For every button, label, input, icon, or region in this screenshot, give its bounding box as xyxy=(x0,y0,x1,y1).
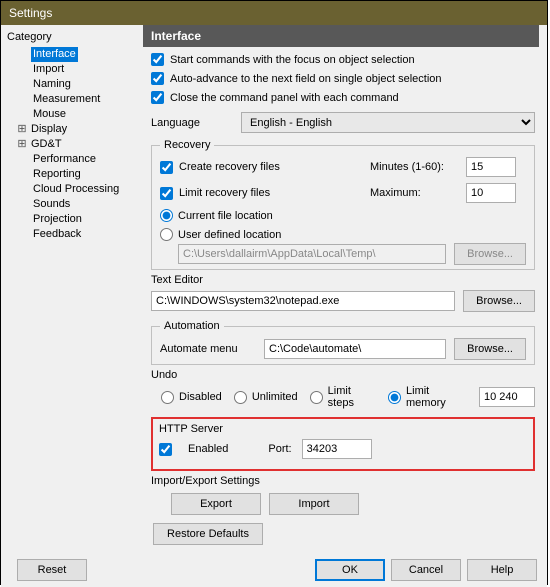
tree-item-label: Measurement xyxy=(31,92,102,107)
texteditor-group: Text Editor Browse... xyxy=(151,274,535,316)
radio-undo-limit-memory-label: Limit memory xyxy=(406,385,467,409)
restore-defaults-button[interactable]: Restore Defaults xyxy=(153,523,263,545)
radio-current-location[interactable] xyxy=(160,209,173,222)
radio-undo-unlimited-label: Unlimited xyxy=(252,391,298,403)
chk-auto-advance-label: Auto-advance to the next field on single… xyxy=(170,73,442,85)
import-button[interactable]: Import xyxy=(269,493,359,515)
texteditor-path-input[interactable] xyxy=(151,291,455,311)
language-select[interactable]: English - English xyxy=(241,112,535,133)
automate-browse-button[interactable]: Browse... xyxy=(454,338,526,360)
texteditor-legend: Text Editor xyxy=(151,274,203,286)
port-input[interactable] xyxy=(302,439,372,459)
recovery-browse-button: Browse... xyxy=(454,243,526,265)
chk-limit-recovery[interactable] xyxy=(160,187,173,200)
panel-content: Start commands with the focus on object … xyxy=(143,53,539,549)
language-label: Language xyxy=(151,117,241,129)
undo-legend: Undo xyxy=(151,369,177,381)
tree-item-label: Display xyxy=(29,122,69,137)
chk-start-commands-label: Start commands with the focus on object … xyxy=(170,54,415,66)
category-label: Category xyxy=(7,31,137,43)
chk-create-recovery-label: Create recovery files xyxy=(179,161,280,173)
tree-item-measurement[interactable]: Measurement xyxy=(7,92,137,107)
ok-button[interactable]: OK xyxy=(315,559,385,581)
texteditor-browse-button[interactable]: Browse... xyxy=(463,290,535,312)
radio-user-location[interactable] xyxy=(160,228,173,241)
tree-item-feedback[interactable]: Feedback xyxy=(7,227,137,242)
tree-item-sounds[interactable]: Sounds xyxy=(7,197,137,212)
automation-legend: Automation xyxy=(160,320,224,332)
tree-item-display[interactable]: ⊞Display xyxy=(7,122,137,137)
tree-item-label: Projection xyxy=(31,212,84,227)
http-server-highlight: HTTP Server Enabled Port: xyxy=(151,417,535,471)
tree-item-label: Reporting xyxy=(31,167,83,182)
tree-item-reporting[interactable]: Reporting xyxy=(7,167,137,182)
category-tree[interactable]: InterfaceImportNamingMeasurementMouse⊞Di… xyxy=(7,47,137,242)
radio-undo-disabled[interactable] xyxy=(161,391,174,404)
radio-undo-limit-memory[interactable] xyxy=(388,391,401,404)
recovery-group: Recovery Create recovery files Minutes (… xyxy=(151,139,535,270)
radio-undo-unlimited[interactable] xyxy=(234,391,247,404)
http-server-legend: HTTP Server xyxy=(159,423,223,435)
chk-close-panel[interactable] xyxy=(151,91,164,104)
radio-undo-limit-steps[interactable] xyxy=(310,391,323,404)
window-body: Category InterfaceImportNamingMeasuremen… xyxy=(1,25,547,587)
expand-icon[interactable]: ⊞ xyxy=(17,137,27,152)
http-server-group: HTTP Server Enabled Port: xyxy=(159,423,527,463)
tree-item-label: Naming xyxy=(31,77,73,92)
automate-menu-label: Automate menu xyxy=(160,343,256,355)
radio-undo-limit-steps-label: Limit steps xyxy=(328,385,376,409)
tree-item-label: Sounds xyxy=(31,197,72,212)
tree-item-label: Feedback xyxy=(31,227,83,242)
settings-window: Settings Category InterfaceImportNamingM… xyxy=(0,0,548,585)
automate-path-input[interactable] xyxy=(264,339,446,359)
tree-item-label: GD&T xyxy=(29,137,64,152)
tree-item-cloud-processing[interactable]: Cloud Processing xyxy=(7,182,137,197)
chk-close-panel-label: Close the command panel with each comman… xyxy=(170,92,399,104)
maximum-label: Maximum: xyxy=(370,187,466,199)
settings-panel: Interface Start commands with the focus … xyxy=(141,25,547,553)
maximum-input[interactable] xyxy=(466,183,516,203)
chk-auto-advance[interactable] xyxy=(151,72,164,85)
import-export-group: Import/Export Settings Export Import xyxy=(151,475,535,519)
dialog-footer: Reset OK Cancel Help xyxy=(1,553,547,587)
tree-item-label: Import xyxy=(31,62,66,77)
minutes-label: Minutes (1-60): xyxy=(370,161,466,173)
chk-start-commands[interactable] xyxy=(151,53,164,66)
tree-item-label: Interface xyxy=(31,47,78,62)
radio-user-location-label: User defined location xyxy=(178,229,281,241)
recovery-legend: Recovery xyxy=(160,139,214,151)
chk-http-enabled[interactable] xyxy=(159,443,172,456)
tree-item-gd-t[interactable]: ⊞GD&T xyxy=(7,137,137,152)
chk-limit-recovery-label: Limit recovery files xyxy=(179,187,270,199)
panel-title: Interface xyxy=(143,25,539,47)
automation-group: Automation Automate menu Browse... xyxy=(151,320,535,365)
undo-value-input[interactable] xyxy=(479,387,535,407)
export-button[interactable]: Export xyxy=(171,493,261,515)
recovery-path-input xyxy=(178,244,446,264)
tree-item-label: Performance xyxy=(31,152,98,167)
undo-group: Undo Disabled Unlimited Limit steps Limi… xyxy=(151,369,535,413)
category-panel: Category InterfaceImportNamingMeasuremen… xyxy=(1,25,141,553)
chk-http-enabled-label: Enabled xyxy=(188,443,228,455)
tree-item-naming[interactable]: Naming xyxy=(7,77,137,92)
cancel-button[interactable]: Cancel xyxy=(391,559,461,581)
tree-item-label: Mouse xyxy=(31,107,68,122)
window-title: Settings xyxy=(1,1,547,25)
expand-icon[interactable]: ⊞ xyxy=(17,122,27,137)
tree-item-label: Cloud Processing xyxy=(31,182,121,197)
chk-create-recovery[interactable] xyxy=(160,161,173,174)
tree-item-mouse[interactable]: Mouse xyxy=(7,107,137,122)
radio-undo-disabled-label: Disabled xyxy=(179,391,222,403)
tree-item-interface[interactable]: Interface xyxy=(7,47,137,62)
port-label: Port: xyxy=(268,443,291,455)
reset-button[interactable]: Reset xyxy=(17,559,87,581)
radio-current-location-label: Current file location xyxy=(178,210,273,222)
tree-item-projection[interactable]: Projection xyxy=(7,212,137,227)
import-export-legend: Import/Export Settings xyxy=(151,475,260,487)
help-button[interactable]: Help xyxy=(467,559,537,581)
minutes-input[interactable] xyxy=(466,157,516,177)
tree-item-performance[interactable]: Performance xyxy=(7,152,137,167)
tree-item-import[interactable]: Import xyxy=(7,62,137,77)
main-area: Category InterfaceImportNamingMeasuremen… xyxy=(1,25,547,553)
